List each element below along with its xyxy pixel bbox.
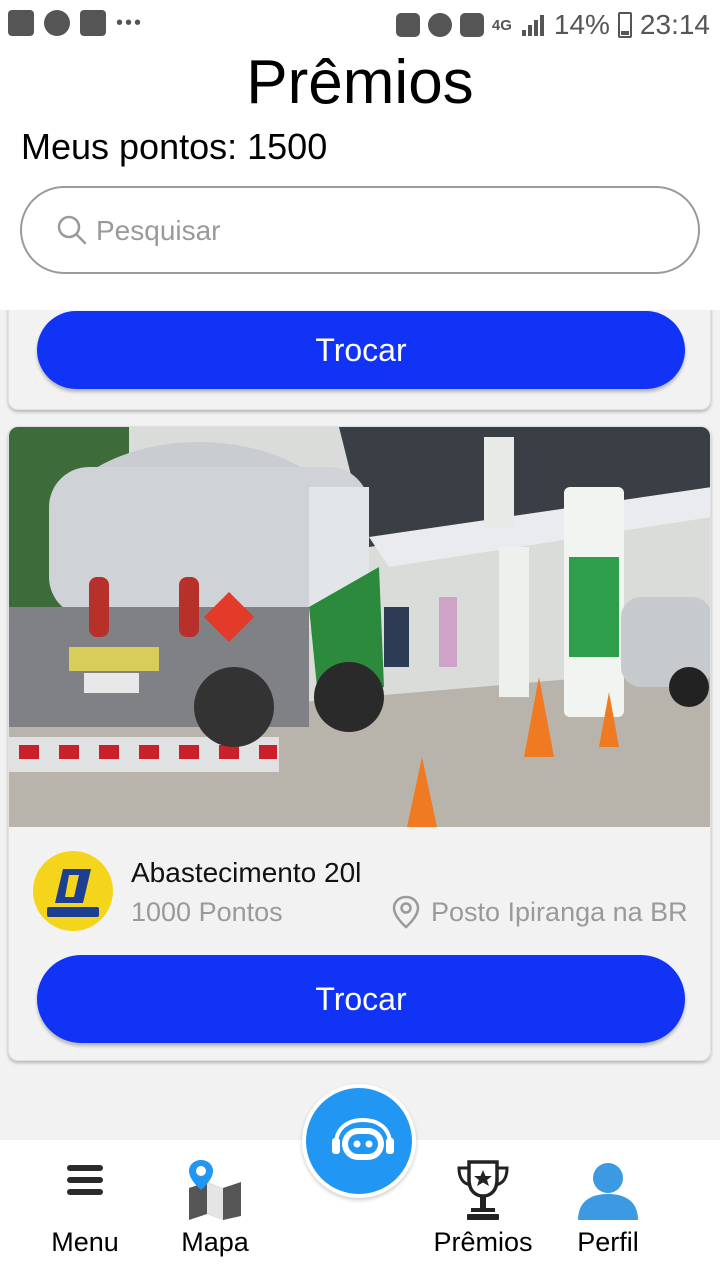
clock: 23:14	[639, 9, 710, 40]
chatbot-icon	[332, 1118, 394, 1160]
nav-label: Perfil	[577, 1227, 639, 1257]
map-icon	[189, 1160, 241, 1220]
reward-location: Posto Ipiranga na BR	[431, 897, 688, 927]
nav-item-perfil[interactable]: Perfil	[543, 1140, 673, 1280]
search-icon	[57, 215, 87, 245]
menu-icon	[67, 1165, 103, 1195]
gallery-icon	[8, 10, 34, 36]
arch-icon	[44, 10, 70, 36]
nav-label: Prêmios	[433, 1227, 533, 1257]
search-bar[interactable]	[20, 186, 700, 274]
trocar-button[interactable]: Trocar	[37, 311, 685, 389]
chatbot-button[interactable]	[302, 1084, 416, 1198]
trophy-icon	[457, 1160, 509, 1220]
shield-icon	[459, 13, 484, 37]
status-bar-right: 4G 14% 23:14	[395, 9, 710, 41]
youtube-icon	[80, 10, 106, 36]
user-icon	[578, 1163, 638, 1220]
status-bar-left: •••	[8, 10, 143, 36]
reward-points: 1000 Pontos	[131, 897, 283, 927]
reward-card: Abastecimento 20l 1000 Pontos Posto Ipir…	[8, 426, 711, 1061]
battery-icon	[617, 12, 632, 38]
reward-card: Trocar	[8, 310, 711, 410]
network-type: 4G	[491, 16, 512, 34]
nav-item-menu[interactable]: Menu	[20, 1140, 150, 1280]
reward-photo	[9, 427, 710, 827]
ipiranga-logo	[33, 851, 113, 931]
points-balance: Meus pontos: 1500	[21, 127, 327, 167]
search-input[interactable]	[96, 210, 656, 252]
reward-title: Abastecimento 20l	[131, 857, 362, 888]
page-title: Prêmios	[246, 48, 474, 117]
trocar-button[interactable]: Trocar	[37, 955, 685, 1043]
mute-icon	[395, 13, 420, 37]
status-bar: ••• 4G 14% 23:14	[0, 0, 720, 50]
more-dots-icon: •••	[116, 12, 144, 34]
nav-item-premios[interactable]: Prêmios	[418, 1140, 548, 1280]
nav-label: Menu	[51, 1227, 119, 1257]
rewards-list[interactable]: Trocar Abastecimento 20l 1000 Pontos Pos…	[0, 310, 720, 1140]
points-label: Meus pontos: 1500	[21, 126, 328, 167]
alarm-icon	[427, 13, 452, 37]
battery-percent: 14%	[553, 9, 610, 40]
signal-icon	[521, 15, 544, 36]
nav-label: Mapa	[181, 1227, 249, 1257]
nav-item-map[interactable]: Mapa	[150, 1140, 280, 1280]
location-pin-icon	[392, 895, 420, 929]
